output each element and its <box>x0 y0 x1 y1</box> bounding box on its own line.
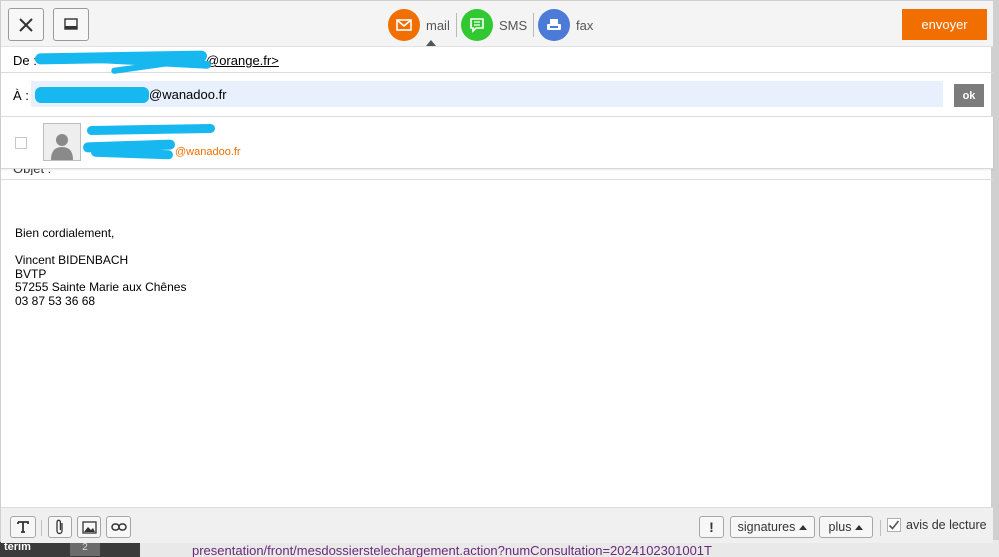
suggestion-email: @wanadoo.fr <box>175 146 241 158</box>
send-button[interactable]: envoyer <box>902 9 987 40</box>
from-label: De : <box>13 53 37 68</box>
more-button[interactable]: plus <box>819 516 873 538</box>
text-format-icon <box>17 521 29 533</box>
divider <box>533 13 534 37</box>
envelope-icon <box>396 19 412 31</box>
ok-button[interactable]: ok <box>954 84 984 107</box>
person-icon <box>51 134 73 160</box>
channel-sms-label: SMS <box>499 17 528 33</box>
sms-icon <box>470 18 484 33</box>
divider <box>880 520 881 536</box>
attach-button[interactable] <box>48 516 72 538</box>
avatar <box>43 123 81 161</box>
text-format-button[interactable] <box>10 516 36 538</box>
caret-up-icon <box>799 524 808 530</box>
important-button[interactable]: ! <box>699 516 724 538</box>
image-icon <box>81 520 97 534</box>
divider <box>41 520 42 536</box>
checkmark-icon <box>888 520 900 530</box>
channel-mail-label: mail <box>426 17 450 33</box>
insert-image-button[interactable] <box>77 516 101 538</box>
close-icon <box>19 17 33 32</box>
compose-footer: ! signatures plus avis de lecture <box>1 507 993 543</box>
minimize-button[interactable] <box>53 8 89 41</box>
insert-link-button[interactable] <box>106 516 131 538</box>
caret-up-icon <box>855 524 864 530</box>
active-channel-indicator <box>426 40 436 46</box>
minimize-icon <box>64 17 78 30</box>
more-label: plus <box>828 520 852 534</box>
read-receipt-label: avis de lecture <box>906 518 987 532</box>
body-line: BVTP <box>15 266 47 281</box>
message-body[interactable]: Bien cordialement, Vincent BIDENBACH BVT… <box>15 226 187 308</box>
link-icon <box>110 523 127 531</box>
background-counter: 2 <box>70 542 100 556</box>
read-receipt-checkbox[interactable] <box>887 518 901 532</box>
channel-sms[interactable]: SMS <box>461 9 527 41</box>
body-line: Vincent BIDENBACH <box>15 253 129 267</box>
compose-toolbar: mail SMS fax envoyer <box>1 1 993 47</box>
signatures-label: signatures <box>737 520 796 534</box>
background-page <box>992 0 999 557</box>
compose-dialog: mail SMS fax envoyer De: @orange.fr> À … <box>0 0 993 543</box>
body-line: 57255 Sainte Marie aux Chênes <box>15 280 187 294</box>
screen: terim 2 presentation/front/mesdossierste… <box>0 0 999 557</box>
background-link[interactable]: presentation/front/mesdossierstelecharge… <box>192 543 712 557</box>
to-field[interactable] <box>31 81 943 107</box>
suggestion-checkbox[interactable] <box>15 137 27 149</box>
fax-icon <box>547 19 561 30</box>
channel-mail[interactable]: mail <box>388 9 450 41</box>
body-line <box>15 241 186 255</box>
to-row: À : ok <box>1 73 993 117</box>
channel-fax-label: fax <box>576 17 594 33</box>
signatures-button[interactable]: signatures <box>730 516 815 538</box>
to-label: À : <box>13 88 29 103</box>
body-line: Bien cordialement, <box>15 226 115 240</box>
divider <box>456 13 457 37</box>
from-address[interactable]: @orange.fr> <box>206 53 279 68</box>
channel-fax[interactable]: fax <box>538 9 593 41</box>
read-receipt-toggle[interactable]: avis de lecture <box>887 518 987 532</box>
redaction-mark <box>35 87 149 103</box>
close-button[interactable] <box>8 8 44 41</box>
body-line: 03 87 53 36 68 <box>15 293 96 308</box>
subject-divider <box>1 179 993 180</box>
paperclip-icon <box>56 519 63 535</box>
